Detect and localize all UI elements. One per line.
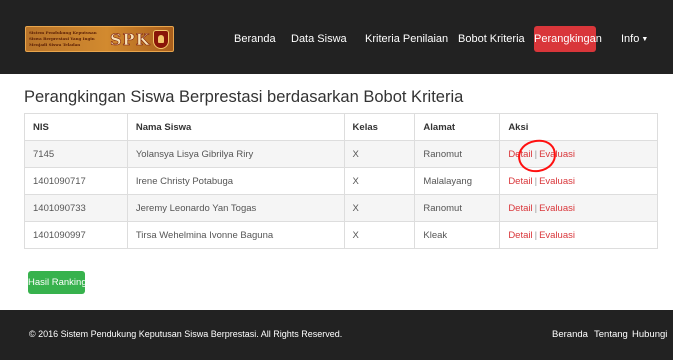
nav-data-siswa[interactable]: Data Siswa	[291, 26, 347, 52]
cell-nama: Irene Christy Potabuga	[126, 167, 345, 195]
footer-link-tentang[interactable]: Tentang	[594, 329, 628, 340]
action-separator: |	[534, 229, 538, 241]
action-separator: |	[534, 175, 538, 187]
cell-kelas: X	[343, 167, 416, 195]
cell-kelas: X	[343, 194, 416, 222]
ranking-table: NIS Nama Siswa Kelas Alamat Aksi 7145 Yo…	[24, 113, 658, 249]
header-aksi: Aksi	[499, 113, 658, 141]
emblem-icon	[153, 30, 169, 49]
header-nis: NIS	[24, 113, 128, 141]
action-separator: |	[534, 202, 538, 214]
spk-logo[interactable]: Sistem Pendukung Keputusan Siswa Berpres…	[25, 26, 174, 52]
hasil-ranking-button[interactable]: Hasil Ranking	[28, 271, 87, 294]
table-row: 1401090717 Irene Christy Potabuga X Mala…	[24, 167, 658, 195]
footer-link-hubungi[interactable]: Hubungi	[632, 329, 667, 340]
cell-nis: 1401090717	[24, 167, 128, 195]
logo-caption: Sistem Pendukung Keputusan Siswa Berpres…	[29, 30, 97, 47]
table-row: 1401090997 Tirsa Wehelmina Ivonne Baguna…	[24, 221, 658, 249]
cell-alamat: Ranomut	[414, 140, 501, 168]
cell-aksi: Detail | Evaluasi	[499, 167, 658, 195]
cell-alamat: Ranomut	[414, 194, 501, 222]
chevron-down-icon: ▼	[641, 36, 649, 43]
footer: © 2016 Sistem Pendukung Keputusan Siswa …	[0, 310, 673, 360]
action-separator: |	[534, 148, 538, 160]
header-nama-siswa: Nama Siswa	[126, 113, 345, 141]
nav-beranda[interactable]: Beranda	[234, 26, 276, 52]
nav-info-label: Info	[621, 33, 640, 45]
detail-link[interactable]: Detail	[508, 230, 532, 241]
footer-copyright: © 2016 Sistem Pendukung Keputusan Siswa …	[29, 329, 343, 339]
cell-nis: 1401090997	[24, 221, 128, 249]
cell-nama: Jeremy Leonardo Yan Togas	[126, 194, 345, 222]
detail-link[interactable]: Detail	[508, 203, 532, 214]
nav-kriteria-penilaian[interactable]: Kriteria Penilaian	[365, 26, 448, 52]
header-kelas: Kelas	[343, 113, 416, 141]
cell-kelas: X	[343, 140, 416, 168]
cell-alamat: Kleak	[414, 221, 501, 249]
evaluasi-link[interactable]: Evaluasi	[539, 203, 575, 214]
cell-aksi: Detail | Evaluasi	[499, 140, 658, 168]
header-alamat: Alamat	[414, 113, 501, 141]
cell-aksi: Detail | Evaluasi	[499, 221, 658, 249]
nav-info-dropdown[interactable]: Info ▼	[621, 26, 648, 52]
table-row: 1401090733 Jeremy Leonardo Yan Togas X R…	[24, 194, 658, 222]
cell-alamat: Malalayang	[414, 167, 501, 195]
logo-acronym: SPK	[110, 30, 151, 50]
table-row: 7145 Yolansya Lisya Gibrilya Riry X Rano…	[24, 140, 658, 168]
navbar: Sistem Pendukung Keputusan Siswa Berpres…	[0, 0, 673, 74]
page-title: Perangkingan Siswa Berprestasi berdasark…	[24, 88, 464, 106]
evaluasi-link[interactable]: Evaluasi	[539, 230, 575, 241]
table-header-row: NIS Nama Siswa Kelas Alamat Aksi	[24, 113, 658, 141]
detail-link[interactable]: Detail	[508, 176, 532, 187]
detail-link[interactable]: Detail	[508, 149, 532, 160]
cell-nis: 1401090733	[24, 194, 128, 222]
cell-aksi: Detail | Evaluasi	[499, 194, 658, 222]
evaluasi-link[interactable]: Evaluasi	[539, 149, 575, 160]
nav-perangkingan[interactable]: Perangkingan	[534, 26, 602, 52]
cell-nama: Yolansya Lisya Gibrilya Riry	[126, 140, 345, 168]
cell-nama: Tirsa Wehelmina Ivonne Baguna	[126, 221, 345, 249]
nav-bobot-kriteria[interactable]: Bobot Kriteria	[458, 26, 525, 52]
cell-kelas: X	[343, 221, 416, 249]
cell-nis: 7145	[24, 140, 128, 168]
evaluasi-link[interactable]: Evaluasi	[539, 176, 575, 187]
footer-link-beranda[interactable]: Beranda	[552, 329, 588, 340]
